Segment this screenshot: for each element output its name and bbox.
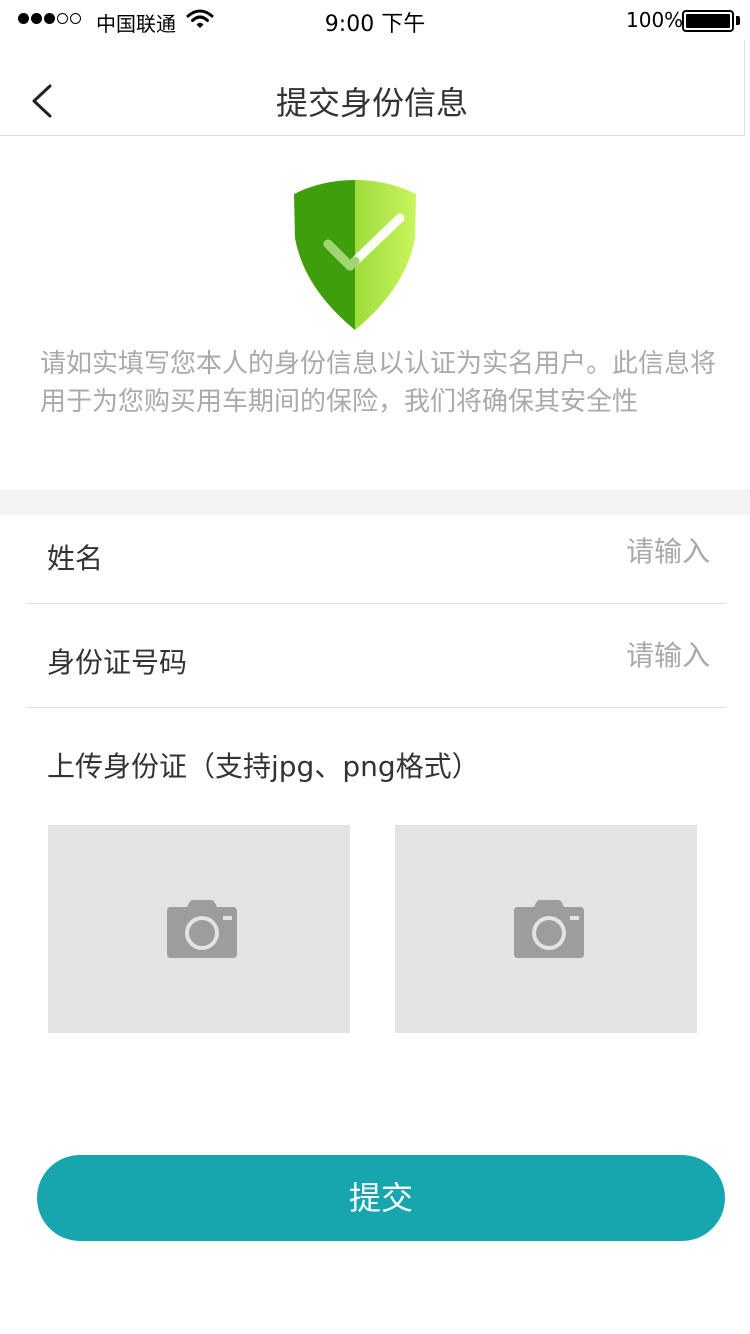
camera-icon [514,900,584,958]
name-row: 姓名 [28,515,726,604]
section-divider [0,489,750,515]
id-number-row: 身份证号码 [28,619,726,708]
upload-id-label: 上传身份证（支持jpg、png格式） [47,750,480,783]
battery-percentage: 100% [626,8,684,32]
screen: 中国联通 9:00 下午 100% 提交身份信息 请如实填写您本人的身份信息以认… [0,0,750,1334]
id-number-input[interactable] [410,639,710,672]
upload-id-back-button[interactable] [395,825,697,1033]
name-input[interactable] [410,535,710,568]
status-bar: 中国联通 9:00 下午 100% [0,0,750,40]
id-number-label: 身份证号码 [47,646,188,679]
navigation-bar: 提交身份信息 [0,40,745,136]
submit-button[interactable]: 提交 [37,1155,725,1241]
identity-description: 请如实填写您本人的身份信息以认证为实名用户。此信息将用于为您购买用车期间的保险，… [40,349,717,417]
upload-id-front-button[interactable] [48,825,350,1033]
camera-icon [167,900,237,958]
shield-check-icon [294,180,416,330]
name-label: 姓名 [47,542,104,575]
page-title: 提交身份信息 [275,84,468,122]
battery-fill [686,14,730,28]
battery-tip [736,16,740,25]
battery-icon [682,10,734,32]
